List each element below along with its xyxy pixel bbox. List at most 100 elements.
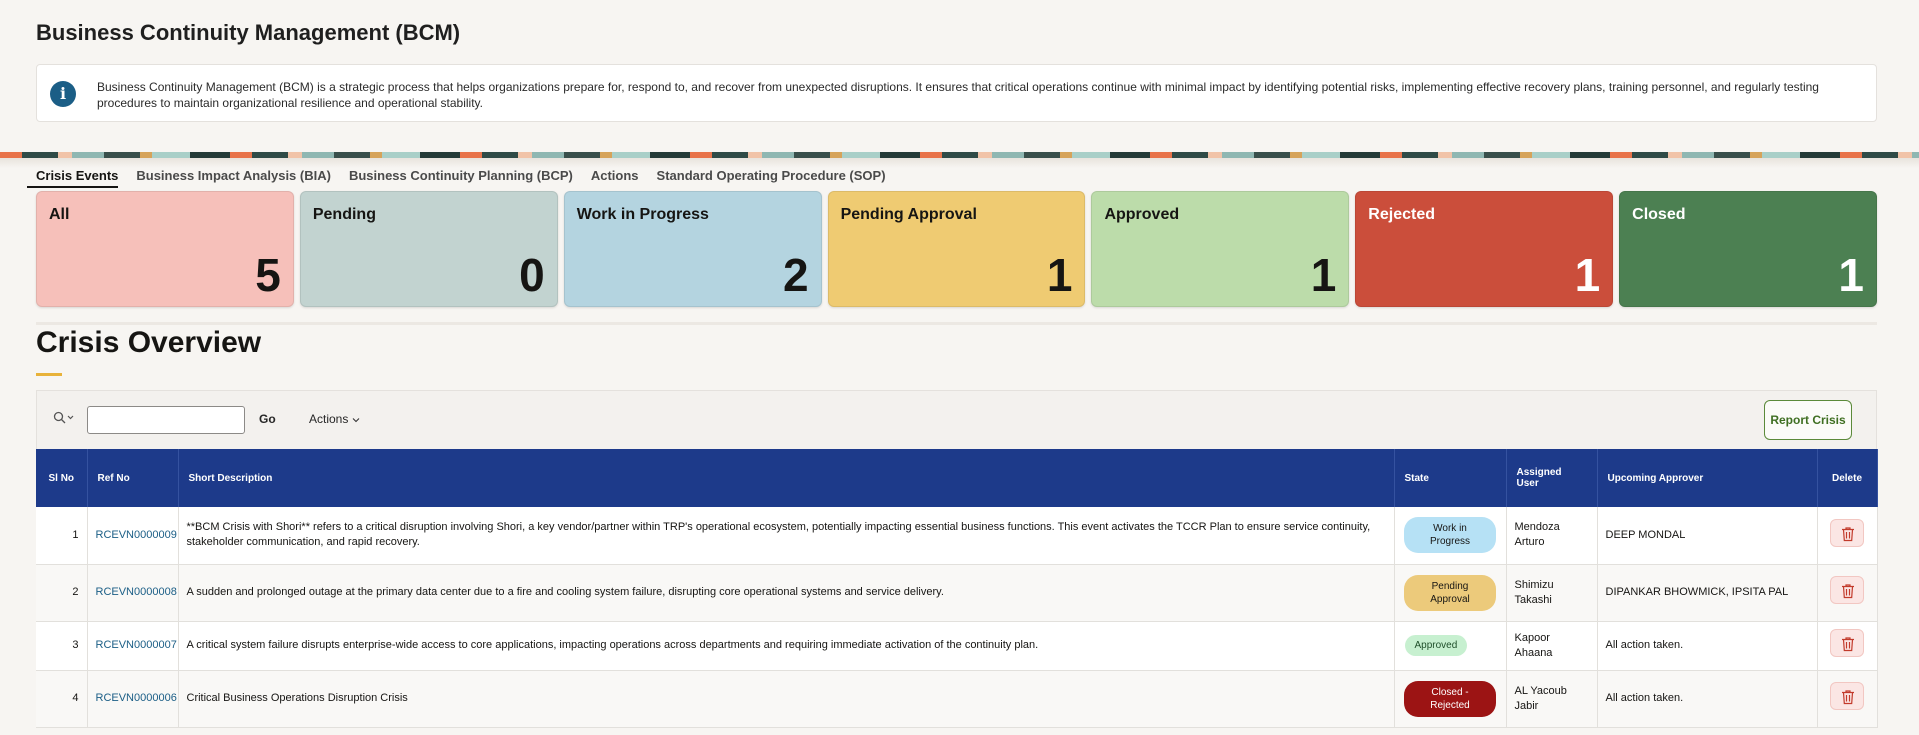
card-count: 0 xyxy=(519,249,545,301)
info-text: Business Continuity Management (BCM) is … xyxy=(97,80,1819,110)
card-label: Approved xyxy=(1104,206,1180,223)
cell-assigned-user: Kapoor Ahaana xyxy=(1506,621,1598,671)
card-count: 1 xyxy=(1310,249,1337,301)
cell-delete xyxy=(1817,564,1878,622)
status-card-approved[interactable]: Approved 1 xyxy=(1091,191,1350,307)
card-count: 2 xyxy=(782,249,809,301)
trash-icon xyxy=(1842,637,1854,652)
ref-no-link[interactable]: RCEVN0000007 xyxy=(96,639,177,651)
table-row: 4 RCEVN0000006 Critical Business Operati… xyxy=(36,670,1878,728)
crisis-table: Sl No Ref No Short Description State Ass… xyxy=(36,449,1878,728)
column-header-upcoming-approver[interactable]: Upcoming Approver xyxy=(1597,449,1818,507)
column-header-state[interactable]: State xyxy=(1394,449,1507,507)
cell-short-description: Critical Business Operations Disruption … xyxy=(178,670,1395,728)
cell-state: Pending Approval xyxy=(1394,564,1507,622)
column-header-assigned-user[interactable]: Assigned User xyxy=(1506,449,1598,507)
cell-state: Closed - Rejected xyxy=(1394,670,1507,728)
table-row: 1 RCEVN0000009 **BCM Crisis with Shori**… xyxy=(36,507,1878,565)
section-divider xyxy=(36,322,1877,325)
card-label: Closed xyxy=(1632,206,1686,223)
card-count: 5 xyxy=(255,249,281,301)
delete-button[interactable] xyxy=(1830,576,1864,604)
cell-state: Approved xyxy=(1394,621,1507,671)
cell-ref-no: RCEVN0000006 xyxy=(87,670,179,728)
search-input[interactable] xyxy=(87,406,245,434)
report-crisis-button[interactable]: Report Crisis xyxy=(1764,400,1852,440)
cell-ref-no: RCEVN0000007 xyxy=(87,621,179,671)
delete-button[interactable] xyxy=(1830,682,1864,710)
cell-sl-no: 4 xyxy=(36,670,88,728)
trash-icon xyxy=(1842,527,1854,541)
tab-business-impact-analysis[interactable]: Business Impact Analysis (BIA) xyxy=(136,166,331,188)
table-row: 2 RCEVN0000008 A sudden and prolonged ou… xyxy=(36,564,1878,622)
status-card-pending[interactable]: Pending 0 xyxy=(299,191,558,307)
report-toolbar: Go Actions Report Crisis xyxy=(36,390,1877,449)
status-card-closed[interactable]: Closed 1 xyxy=(1619,191,1878,307)
cell-delete xyxy=(1817,621,1878,671)
status-card-work-in-progress[interactable]: Work in Progress 2 xyxy=(563,191,822,307)
cell-short-description: **BCM Crisis with Shori** refers to a cr… xyxy=(178,507,1395,565)
ref-no-link[interactable]: RCEVN0000008 xyxy=(96,586,177,598)
tab-standard-operating-procedure[interactable]: Standard Operating Procedure (SOP) xyxy=(657,166,886,188)
table-row: 3 RCEVN0000007 A critical system failure… xyxy=(36,621,1878,671)
cell-assigned-user: AL Yacoub Jabir xyxy=(1506,670,1598,728)
table-header-row: Sl No Ref No Short Description State Ass… xyxy=(36,449,1878,507)
cell-short-description: A critical system failure disrupts enter… xyxy=(178,621,1395,671)
tab-crisis-events[interactable]: Crisis Events xyxy=(27,166,119,188)
card-count: 1 xyxy=(1838,249,1865,301)
title-accent-line xyxy=(36,373,62,376)
column-header-ref-no[interactable]: Ref No xyxy=(87,449,179,507)
chevron-down-icon xyxy=(352,412,360,426)
cell-sl-no: 1 xyxy=(36,507,88,565)
info-icon: i xyxy=(50,81,76,107)
cell-upcoming-approver: DEEP MONDAL xyxy=(1597,507,1818,565)
tab-business-continuity-planning[interactable]: Business Continuity Planning (BCP) xyxy=(349,166,573,188)
card-label: Pending xyxy=(312,206,376,223)
cell-ref-no: RCEVN0000009 xyxy=(87,507,179,565)
delete-button[interactable] xyxy=(1830,518,1864,547)
actions-menu-button[interactable]: Actions xyxy=(309,412,360,426)
tab-bar: Crisis Events Business Impact Analysis (… xyxy=(27,166,886,188)
cell-delete xyxy=(1817,670,1878,728)
status-cards: All 5 Pending 0 Work in Progress 2 Pendi… xyxy=(36,191,1878,307)
ref-no-link[interactable]: RCEVN0000009 xyxy=(96,529,177,541)
column-header-short-description[interactable]: Short Description xyxy=(178,449,1395,507)
page-title: Business Continuity Management (BCM) xyxy=(36,20,461,45)
card-label: Work in Progress xyxy=(576,206,709,223)
column-header-sl-no[interactable]: Sl No xyxy=(36,449,88,507)
cell-upcoming-approver: DIPANKAR BHOWMICK, IPSITA PAL xyxy=(1597,564,1818,622)
cell-upcoming-approver: All action taken. xyxy=(1597,670,1818,728)
info-message-box: i Business Continuity Management (BCM) i… xyxy=(36,64,1877,122)
state-badge: Approved xyxy=(1404,635,1468,656)
card-count: 1 xyxy=(1574,249,1601,301)
card-label: Pending Approval xyxy=(840,206,977,223)
actions-menu-label: Actions xyxy=(309,412,349,426)
card-count: 1 xyxy=(1046,249,1073,301)
trash-icon xyxy=(1842,690,1854,705)
ref-no-link[interactable]: RCEVN0000006 xyxy=(96,692,177,704)
cell-upcoming-approver: All action taken. xyxy=(1597,621,1818,671)
state-badge: Work in Progress xyxy=(1404,517,1496,554)
cell-sl-no: 3 xyxy=(36,621,88,671)
delete-button[interactable] xyxy=(1830,629,1864,657)
cell-state: Work in Progress xyxy=(1394,507,1507,565)
trash-icon xyxy=(1842,584,1854,599)
search-icon[interactable] xyxy=(53,411,75,428)
status-card-all[interactable]: All 5 xyxy=(36,191,294,307)
go-button[interactable]: Go xyxy=(259,412,276,426)
card-label: All xyxy=(49,206,70,223)
state-badge: Closed - Rejected xyxy=(1404,680,1496,717)
cell-ref-no: RCEVN0000008 xyxy=(87,564,179,622)
cell-assigned-user: Mendoza Arturo xyxy=(1506,507,1598,565)
status-card-rejected[interactable]: Rejected 1 xyxy=(1355,191,1614,307)
cell-assigned-user: Shimizu Takashi xyxy=(1506,564,1598,622)
cell-sl-no: 2 xyxy=(36,564,88,622)
state-badge: Pending Approval xyxy=(1404,574,1496,611)
card-label: Rejected xyxy=(1368,206,1435,223)
tab-actions[interactable]: Actions xyxy=(591,166,639,188)
status-card-pending-approval[interactable]: Pending Approval 1 xyxy=(827,191,1086,307)
section-title: Crisis Overview xyxy=(36,326,262,359)
column-header-delete[interactable]: Delete xyxy=(1817,449,1878,507)
cell-delete xyxy=(1817,507,1878,565)
cell-short-description: A sudden and prolonged outage at the pri… xyxy=(178,564,1395,622)
